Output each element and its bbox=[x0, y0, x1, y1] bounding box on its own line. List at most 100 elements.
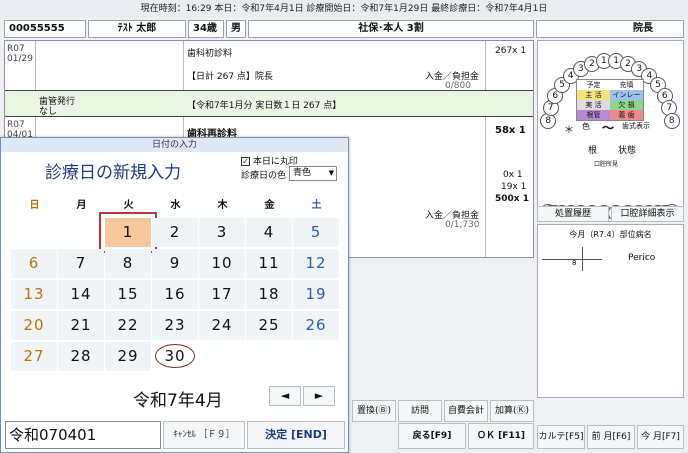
entry-amount: 267x 1 bbox=[495, 46, 527, 56]
color-label: 診療日の色 bbox=[241, 171, 287, 181]
patient-sex: 男 bbox=[226, 20, 246, 38]
this-month-button[interactable]: 今 月[F7] bbox=[637, 425, 684, 449]
dialog-title: 日付の入力 bbox=[1, 138, 348, 152]
weekday-header: 金 bbox=[264, 200, 275, 211]
calendar-day[interactable]: 16 bbox=[152, 280, 198, 309]
insurance-type: 社保･本人 3割 bbox=[248, 20, 534, 38]
calendar-day[interactable]: 20 bbox=[11, 311, 57, 340]
date-input-field[interactable]: 令和070401 bbox=[5, 421, 161, 449]
entry-amount4: 500x 1 bbox=[495, 194, 529, 204]
weekday-header: 土 bbox=[311, 200, 322, 211]
calendar-day[interactable]: 10 bbox=[199, 249, 245, 278]
calendar-day[interactable]: 27 bbox=[11, 342, 57, 371]
tooth-notation-button[interactable]: 歯式表示 bbox=[622, 121, 650, 131]
weekday-header: 木 bbox=[217, 200, 228, 211]
root-button[interactable]: 根 bbox=[588, 143, 597, 156]
entry-amount3: 19x 1 bbox=[501, 182, 527, 192]
calendar-day[interactable]: 13 bbox=[11, 280, 57, 309]
pay-value: 0/1,730 bbox=[445, 220, 480, 230]
disease-panel-title: 今月（R7.4）部位病名 bbox=[569, 230, 652, 239]
range-button[interactable]: ～ bbox=[602, 119, 614, 136]
calendar-day[interactable]: 26 bbox=[293, 311, 339, 340]
tooth-position: 8 bbox=[572, 259, 577, 267]
legend-box: 予定 充填 主 活インレー 実 活欠 損 根管義 歯 bbox=[576, 79, 644, 121]
calendar-day[interactable]: 6 bbox=[11, 249, 57, 278]
check-icon: ✓ bbox=[241, 157, 250, 166]
legend-label: 実 活 bbox=[577, 100, 610, 110]
chart-month-summary: 歯管発行 なし 【令和7年1月分 実日数１日 267 点】 bbox=[5, 91, 533, 117]
weekday-header: 火 bbox=[123, 200, 134, 211]
calendar-day[interactable]: 23 bbox=[152, 311, 198, 340]
calendar-day[interactable]: 30 bbox=[152, 342, 198, 371]
legend-label: 義 歯 bbox=[610, 110, 643, 120]
disease-panel: 今月（R7.4）部位病名 8 Perico bbox=[537, 224, 684, 398]
patient-id: 00055555 bbox=[4, 20, 86, 38]
color-select-value: 青色 bbox=[293, 168, 312, 178]
treatment-history-button[interactable]: 処置履歴 bbox=[537, 206, 609, 222]
calendar-day[interactable]: 3 bbox=[199, 218, 245, 247]
calendar-day[interactable]: 8 bbox=[105, 249, 151, 278]
calendar-day[interactable]: 11 bbox=[246, 249, 292, 278]
calendar-day[interactable]: 4 bbox=[246, 218, 292, 247]
legend-label: 充填 bbox=[610, 80, 643, 90]
entry-item: 歯科初診料 bbox=[187, 49, 233, 59]
back-button[interactable]: 戻る[F9] bbox=[398, 423, 466, 449]
summary-left2: なし bbox=[39, 107, 58, 117]
replace-button[interactable]: 置換(Ⓑ) bbox=[352, 400, 396, 422]
oral-detail-button[interactable]: 口腔詳細表示 bbox=[611, 206, 684, 222]
entry-date: R07 bbox=[7, 44, 25, 54]
confirm-button[interactable]: 決定 [END] bbox=[247, 421, 345, 449]
visit-button[interactable]: 訪問 bbox=[398, 400, 442, 422]
star-button[interactable]: ＊ bbox=[564, 121, 574, 136]
calendar-day[interactable]: 15 bbox=[105, 280, 151, 309]
calendar-day[interactable]: 5 bbox=[293, 218, 339, 247]
ok-f11-button[interactable]: ＯＫ [F11] bbox=[468, 423, 534, 449]
cancel-button[interactable]: ｷｬﾝｾﾙ ［Ｆ９］ bbox=[163, 421, 245, 449]
calendar-day[interactable]: 22 bbox=[105, 311, 151, 340]
patient-name: ﾃｽﾄ 太郎 bbox=[88, 20, 186, 38]
doctor-name: 院長 bbox=[536, 20, 684, 38]
pay-value: 0/800 bbox=[445, 81, 471, 91]
calendar-day[interactable]: 29 bbox=[105, 342, 151, 371]
entry-date-md: 01/29 bbox=[7, 54, 33, 64]
weekday-header: 日 bbox=[29, 200, 40, 211]
calendar-day[interactable]: 2 bbox=[152, 218, 198, 247]
month-label: 令和7年4月 bbox=[133, 391, 223, 411]
add-button[interactable]: 加算(Ⓚ) bbox=[490, 400, 534, 422]
calendar-day[interactable]: 7 bbox=[58, 249, 104, 278]
calendar-day[interactable]: 17 bbox=[199, 280, 245, 309]
dialog-heading: 診療日の新規入力 bbox=[45, 163, 181, 183]
next-month-arrow[interactable]: ► bbox=[303, 386, 335, 406]
calendar-day[interactable]: 19 bbox=[293, 280, 339, 309]
calendar-day[interactable]: 28 bbox=[58, 342, 104, 371]
karte-button[interactable]: カルテ[F5] bbox=[537, 425, 585, 449]
tooth-u-left-8[interactable]: 8 bbox=[663, 112, 680, 129]
weekday-header: 水 bbox=[170, 200, 181, 211]
prev-month-arrow[interactable]: ◄ bbox=[269, 386, 301, 406]
legend-label: 予定 bbox=[577, 80, 610, 90]
prev-month-button[interactable]: 前 月[F6] bbox=[587, 425, 635, 449]
calendar-day[interactable]: 25 bbox=[246, 311, 292, 340]
patient-age: 34歳 bbox=[188, 20, 224, 38]
calendar-day[interactable]: 24 bbox=[199, 311, 245, 340]
calendar-day[interactable]: 9 bbox=[152, 249, 198, 278]
color-select[interactable]: 青色 ▼ bbox=[289, 166, 337, 181]
self-pay-button[interactable]: 自費会計 bbox=[444, 400, 488, 422]
disease-name[interactable]: Perico bbox=[628, 253, 655, 263]
calendar-day[interactable]: 1 bbox=[99, 212, 157, 253]
calendar-day[interactable]: 12 bbox=[293, 249, 339, 278]
calendar-day[interactable]: 18 bbox=[246, 280, 292, 309]
weekday-header: 月 bbox=[76, 200, 87, 211]
dental-chart: 88776655443322111122334455667788 予定充填 主 … bbox=[537, 40, 684, 222]
legend-label: 主 活 bbox=[577, 90, 610, 100]
calendar-day[interactable]: 14 bbox=[58, 280, 104, 309]
calendar-day[interactable]: 21 bbox=[58, 311, 104, 340]
status-button[interactable]: 状態 bbox=[618, 143, 636, 156]
oral-findings-label: 口腔所見 bbox=[594, 161, 619, 168]
info-bar: 現在時刻：16:29 本日：令和7年4月1日 診療開始日：令和7年1月29日 最… bbox=[0, 0, 688, 18]
color-button[interactable]: 色 bbox=[582, 121, 590, 132]
entry-date: R07 bbox=[7, 120, 25, 130]
legend-label: インレー bbox=[610, 90, 643, 100]
entry-amount2: 0x 1 bbox=[503, 170, 523, 180]
chart-entry[interactable]: R07 01/29 歯科初診料 267x 1 【日計 267 点】院長 入金／負担… bbox=[5, 41, 533, 91]
